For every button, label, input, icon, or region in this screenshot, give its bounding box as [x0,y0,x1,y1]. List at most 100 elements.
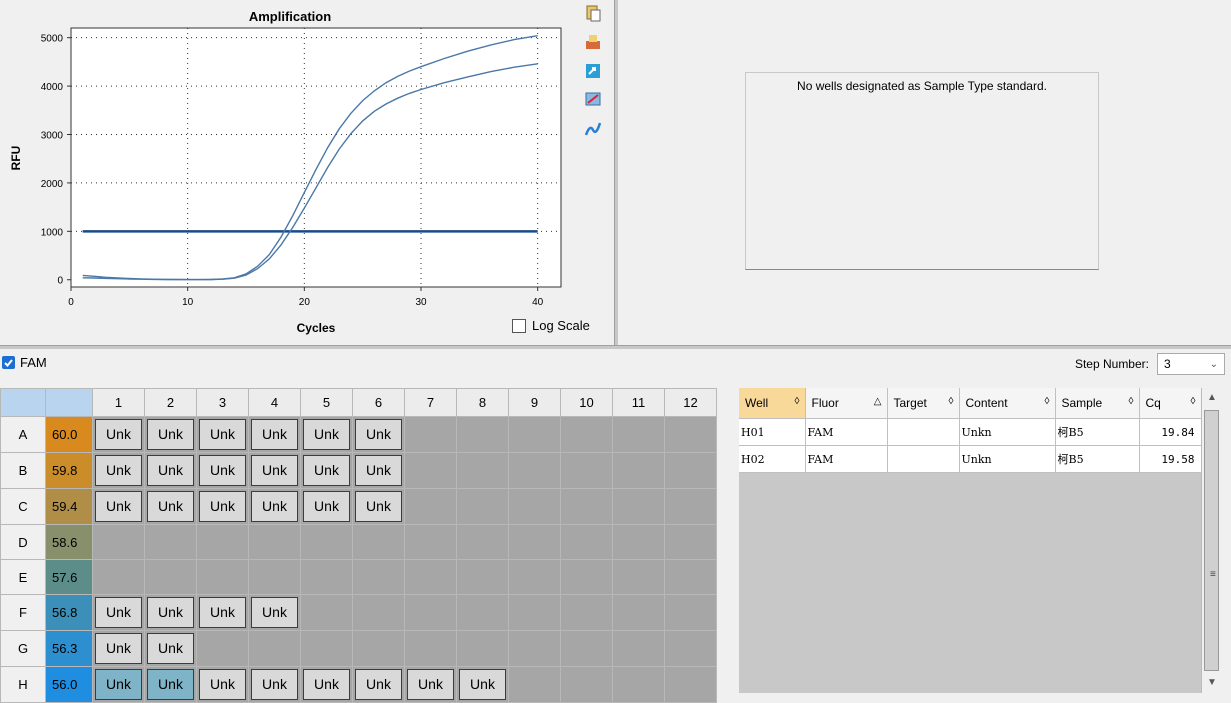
plate-well[interactable] [664,452,717,489]
plate-well[interactable] [560,452,613,489]
plate-row-header[interactable]: G [0,630,46,667]
plate-well[interactable] [92,559,145,595]
plate-well[interactable] [612,524,665,560]
scroll-up-icon[interactable]: ▲ [1202,388,1222,408]
plate-well[interactable]: Unk [300,488,353,525]
chart-options-icon[interactable] [584,120,602,138]
plate-well[interactable] [456,524,509,560]
plate-well[interactable] [404,488,457,525]
plate-column-header[interactable]: 10 [560,388,613,417]
results-column-content[interactable]: Content ◊ [959,388,1056,419]
plate-well[interactable] [560,594,613,631]
results-row[interactable]: H02 FAM Unkn 柯B5 19.58 [739,445,1202,473]
plate-well[interactable] [664,666,717,703]
plate-well[interactable] [612,594,665,631]
plate-column-header[interactable]: 12 [664,388,717,417]
plate-well[interactable] [560,630,613,667]
plate-well[interactable]: Unk [352,452,405,489]
plate-column-header[interactable]: 2 [144,388,197,417]
plate-well[interactable] [612,452,665,489]
results-column-sample[interactable]: Sample ◊ [1055,388,1140,419]
plate-well[interactable]: Unk [92,630,145,667]
results-row[interactable]: H01 FAM Unkn 柯B5 19.84 [739,418,1202,446]
plate-well[interactable]: Unk [248,416,301,453]
plate-well[interactable] [560,524,613,560]
plate-well[interactable] [196,559,249,595]
plate-well[interactable] [248,630,301,667]
plate-well[interactable] [508,630,561,667]
plate-well[interactable] [352,559,405,595]
plate-well[interactable] [404,630,457,667]
plate-well[interactable]: Unk [300,452,353,489]
plate-well[interactable]: Unk [144,630,197,667]
step-number-select[interactable]: 3 ⌄ [1157,353,1225,375]
plate-well[interactable] [664,524,717,560]
results-scrollbar[interactable]: ▲ ≡ ▼ [1201,388,1222,693]
plate-row-header[interactable]: C [0,488,46,525]
plate-well[interactable] [612,666,665,703]
plate-well[interactable] [560,488,613,525]
plate-well[interactable] [456,488,509,525]
plate-well[interactable] [612,559,665,595]
plate-well[interactable]: Unk [92,594,145,631]
plate-row-header[interactable]: A [0,416,46,453]
plate-well[interactable] [300,630,353,667]
plate-well[interactable] [300,594,353,631]
plate-row-header[interactable]: B [0,452,46,489]
plate-well[interactable]: Unk [196,452,249,489]
scroll-down-icon[interactable]: ▼ [1202,673,1222,693]
results-column-fluor[interactable]: Fluor △ [805,388,888,419]
temperature-header[interactable] [45,388,93,417]
log-scale-toggle[interactable]: Log Scale [512,318,590,333]
plate-well[interactable] [664,630,717,667]
plate-well[interactable] [404,594,457,631]
plate-column-header[interactable]: 6 [352,388,405,417]
plate-well[interactable] [248,559,301,595]
zoom-chart-icon[interactable] [584,90,602,108]
plate-well[interactable] [248,524,301,560]
plate-row-header[interactable]: E [0,559,46,595]
plate-well[interactable] [404,416,457,453]
plate-well[interactable] [560,666,613,703]
plate-well[interactable]: Unk [144,594,197,631]
horizontal-splitter[interactable] [0,345,1231,349]
plate-well[interactable]: Unk [92,416,145,453]
copy-icon[interactable] [584,4,602,22]
plate-well[interactable]: Unk [352,416,405,453]
plate-well[interactable] [196,524,249,560]
plate-well[interactable]: Unk [248,488,301,525]
plate-well[interactable]: Unk [248,666,301,703]
plate-well[interactable] [300,524,353,560]
plate-row-header[interactable]: F [0,594,46,631]
fam-checkbox[interactable] [2,355,15,369]
plate-well[interactable] [508,666,561,703]
plate-well[interactable] [352,630,405,667]
plate-column-header[interactable]: 11 [612,388,665,417]
plate-well[interactable]: Unk [300,666,353,703]
plate-well[interactable] [664,559,717,595]
plate-well[interactable]: Unk [144,666,197,703]
plate-well[interactable] [508,416,561,453]
plate-well[interactable] [664,416,717,453]
plate-well[interactable] [92,524,145,560]
plate-column-header[interactable]: 1 [92,388,145,417]
plate-well[interactable]: Unk [92,452,145,489]
plate-well[interactable] [456,559,509,595]
plate-well[interactable] [456,594,509,631]
plate-well[interactable]: Unk [196,594,249,631]
plate-column-header[interactable]: 5 [300,388,353,417]
plate-well[interactable] [144,559,197,595]
plate-well[interactable] [508,559,561,595]
plate-well[interactable] [612,630,665,667]
plate-well[interactable] [560,559,613,595]
plate-well[interactable]: Unk [196,666,249,703]
plate-well[interactable] [612,488,665,525]
results-column-target[interactable]: Target ◊ [887,388,960,419]
plate-well[interactable] [508,524,561,560]
plate-well[interactable] [352,524,405,560]
plate-well[interactable]: Unk [352,666,405,703]
plate-corner[interactable] [0,388,46,417]
plate-well[interactable]: Unk [404,666,457,703]
fluor-filter[interactable]: FAM [0,352,47,372]
results-column-well[interactable]: Well ◊ [739,388,806,419]
